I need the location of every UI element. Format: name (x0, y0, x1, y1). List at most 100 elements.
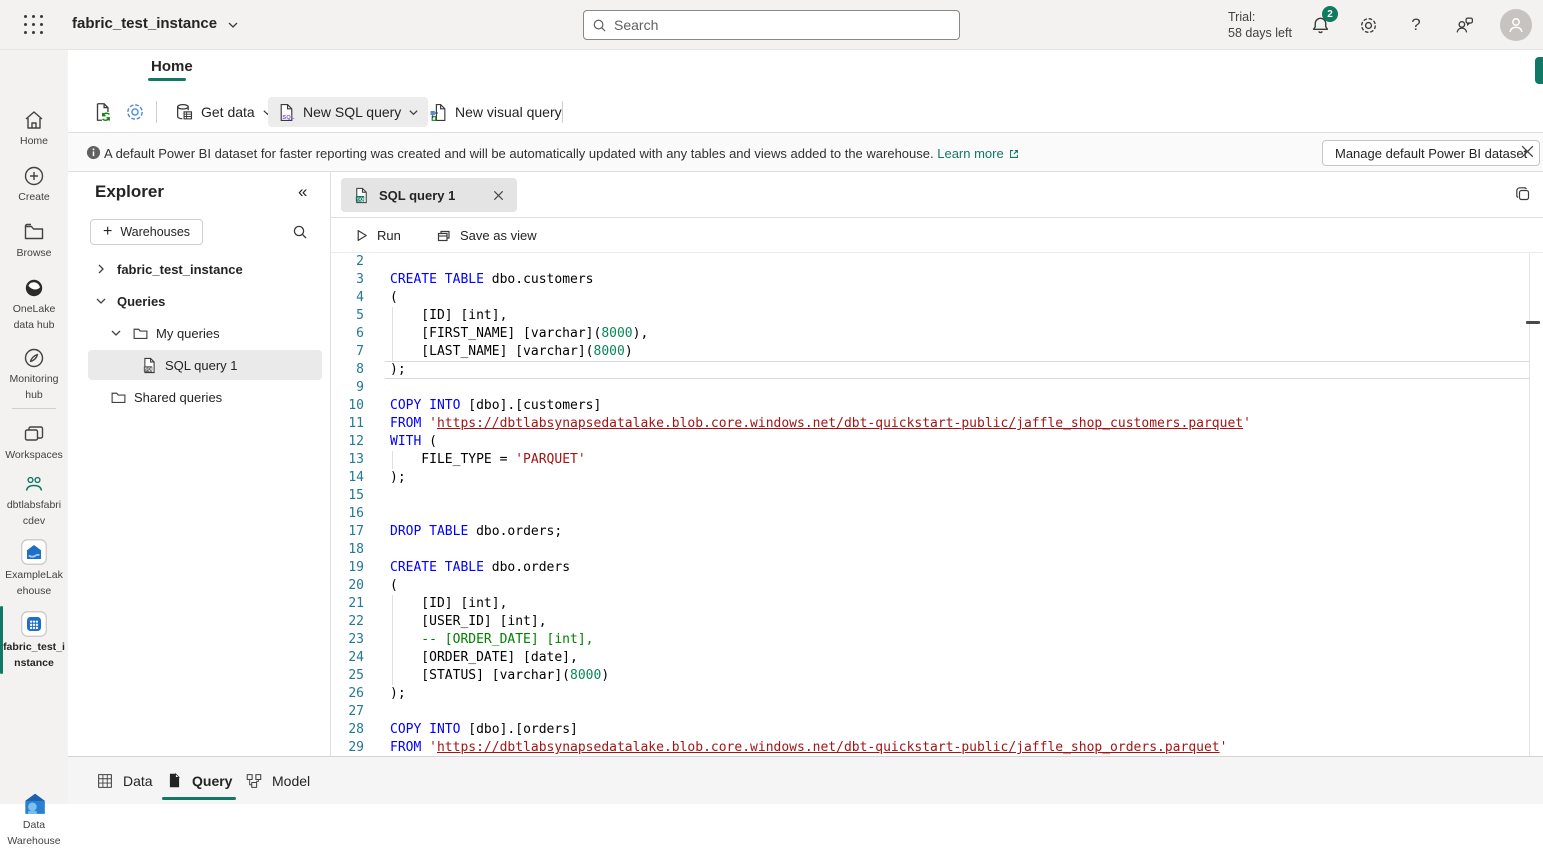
line-number: 27 (331, 703, 364, 721)
sql-code-editor[interactable]: 23 CREATE TABLE dbo.customers4(5 [ID] [in… (330, 253, 1543, 756)
code-line[interactable]: 24 [ORDER_DATE] [date], (331, 649, 1529, 667)
code-line[interactable]: 25 [STATUS] [varchar](8000) (331, 667, 1529, 685)
code-line[interactable]: 3 CREATE TABLE dbo.customers (331, 271, 1529, 289)
line-number: 3 (331, 271, 364, 289)
warehouse-settings-button[interactable] (122, 99, 148, 125)
folder-icon (110, 389, 127, 406)
tree-item-my-queries[interactable]: My queries (68, 317, 330, 349)
workspace-switcher[interactable]: fabric_test_instance (72, 15, 239, 32)
rail-divider (12, 408, 56, 409)
code-text: COPY INTO [dbo].[orders] (390, 721, 578, 739)
code-line[interactable]: 15 (331, 487, 1529, 505)
code-line[interactable]: 20( (331, 577, 1529, 595)
code-text: FROM 'https://dbtlabsynapsedatalake.blob… (390, 739, 1227, 757)
rail-item-home[interactable]: Home (0, 108, 68, 148)
rail-item-onelakedata-hub[interactable]: OneLakedata hub (0, 276, 68, 332)
refresh-dataset-button[interactable] (90, 99, 116, 125)
rail-item-label: nstance (14, 657, 54, 670)
toolbar-divider (156, 101, 157, 123)
rail-item-label: Home (20, 135, 48, 148)
waffle-menu-icon[interactable] (24, 15, 44, 35)
manage-dataset-button[interactable]: Manage default Power BI dataset (1322, 140, 1540, 166)
view-tab-label: Query (192, 773, 232, 789)
code-line[interactable]: 16 (331, 505, 1529, 523)
query-tab-active[interactable]: SQL SQL query 1 (341, 178, 517, 212)
code-text: CREATE TABLE dbo.customers (390, 271, 594, 289)
get-data-button[interactable]: Get data (166, 97, 282, 127)
code-line[interactable]: 4( (331, 289, 1529, 307)
results-splitter-handle[interactable] (1526, 321, 1540, 324)
editor-scrollbar-track[interactable] (1529, 253, 1530, 756)
learn-more-link[interactable]: Learn more (937, 146, 1003, 161)
query-tab-title: SQL query 1 (379, 188, 455, 203)
help-button[interactable]: ? (1404, 13, 1428, 37)
chevron-down-icon[interactable] (110, 327, 122, 339)
code-line[interactable]: 12WITH ( (331, 433, 1529, 451)
rail-item-datawarehouse[interactable]: DataWarehouse (0, 790, 68, 848)
tab-home[interactable]: Home (151, 58, 193, 75)
code-line[interactable]: 29FROM 'https://dbtlabsynapsedatalake.bl… (331, 739, 1529, 757)
feedback-button[interactable] (1452, 13, 1476, 37)
workspaces-icon (22, 422, 46, 446)
code-line[interactable]: 10COPY INTO [dbo].[customers] (331, 397, 1529, 415)
code-line[interactable]: 13 FILE_TYPE = 'PARQUET' (331, 451, 1529, 469)
search-input[interactable] (614, 17, 951, 33)
code-text: DROP TABLE dbo.orders; (390, 523, 562, 541)
collapse-explorer-icon[interactable]: « (298, 182, 307, 202)
tree-item-queries[interactable]: Queries (68, 285, 330, 317)
code-line[interactable]: 27 (331, 703, 1529, 721)
code-line[interactable]: 26); (331, 685, 1529, 703)
account-avatar[interactable] (1500, 9, 1532, 41)
rail-item-dbtlabsfabricdev[interactable]: dbtlabsfabricdev (0, 472, 68, 528)
save-view-icon (436, 228, 452, 244)
view-tab-model[interactable]: Model (245, 757, 310, 804)
explorer-search-icon[interactable] (292, 224, 308, 240)
settings-button[interactable] (1356, 13, 1380, 37)
info-icon (86, 145, 101, 160)
code-line[interactable]: 11FROM 'https://dbtlabsynapsedatalake.bl… (331, 415, 1529, 433)
run-button[interactable]: Run (346, 222, 409, 249)
new-sql-query-button[interactable]: SQL New SQL query (268, 97, 428, 127)
code-line[interactable]: 22 [USER_ID] [int], (331, 613, 1529, 631)
add-warehouses-button[interactable]: + Warehouses (90, 219, 203, 245)
rail-item-workspaces[interactable]: Workspaces (0, 422, 68, 462)
code-line[interactable]: 6 [FIRST_NAME] [varchar](8000), (331, 325, 1529, 343)
rail-item-create[interactable]: Create (0, 164, 68, 204)
rail-item-browse[interactable]: Browse (0, 220, 68, 260)
code-line[interactable]: 5 [ID] [int], (331, 307, 1529, 325)
save-as-view-button[interactable]: Save as view (428, 222, 545, 249)
code-line[interactable]: 2 (331, 253, 1529, 271)
copy-icon[interactable] (1514, 185, 1532, 203)
tree-item-shared-queries[interactable]: Shared queries (68, 381, 330, 413)
code-text: [FIRST_NAME] [varchar](8000), (390, 325, 648, 343)
share-button[interactable]: Share (1535, 57, 1543, 84)
chevron-down-icon[interactable] (95, 295, 107, 307)
browse-icon (22, 220, 46, 244)
rail-item-fabric-test-instance[interactable]: fabric_test_instance (0, 610, 68, 670)
code-text: [ID] [int], (390, 307, 507, 325)
code-line[interactable]: 8); (331, 361, 1529, 379)
line-number: 14 (331, 469, 364, 487)
code-line[interactable]: 23 -- [ORDER_DATE] [int], (331, 631, 1529, 649)
code-line[interactable]: 9 (331, 379, 1529, 397)
close-tab-icon[interactable] (492, 189, 505, 202)
code-line[interactable]: 17DROP TABLE dbo.orders; (331, 523, 1529, 541)
new-visual-query-button[interactable]: New visual query (420, 97, 571, 127)
rail-item-examplelakehouse[interactable]: ExampleLakehouse (0, 538, 68, 598)
tree-item-sql-query-1[interactable]: SQLSQL query 1 (68, 349, 330, 381)
code-line[interactable]: 14); (331, 469, 1529, 487)
tree-item-fabric-test-instance[interactable]: fabric_test_instance (68, 253, 330, 285)
code-line[interactable]: 18 (331, 541, 1529, 559)
rail-item-monitoringhub[interactable]: Monitoringhub (0, 346, 68, 402)
view-tab-query[interactable]: Query (166, 757, 232, 804)
view-tab-data[interactable]: Data (96, 757, 153, 804)
code-line[interactable]: 7 [LAST_NAME] [varchar](8000) (331, 343, 1529, 361)
explorer-panel: Explorer « + Warehouses fabric_test_inst… (68, 172, 330, 756)
code-line[interactable]: 21 [ID] [int], (331, 595, 1529, 613)
banner-close-icon[interactable] (1520, 144, 1535, 159)
rail-item-label: Workspaces (5, 449, 63, 462)
rail-item-label: Data (23, 819, 45, 832)
chevron-right-icon[interactable] (95, 263, 107, 275)
code-line[interactable]: 28COPY INTO [dbo].[orders] (331, 721, 1529, 739)
code-line[interactable]: 19CREATE TABLE dbo.orders (331, 559, 1529, 577)
